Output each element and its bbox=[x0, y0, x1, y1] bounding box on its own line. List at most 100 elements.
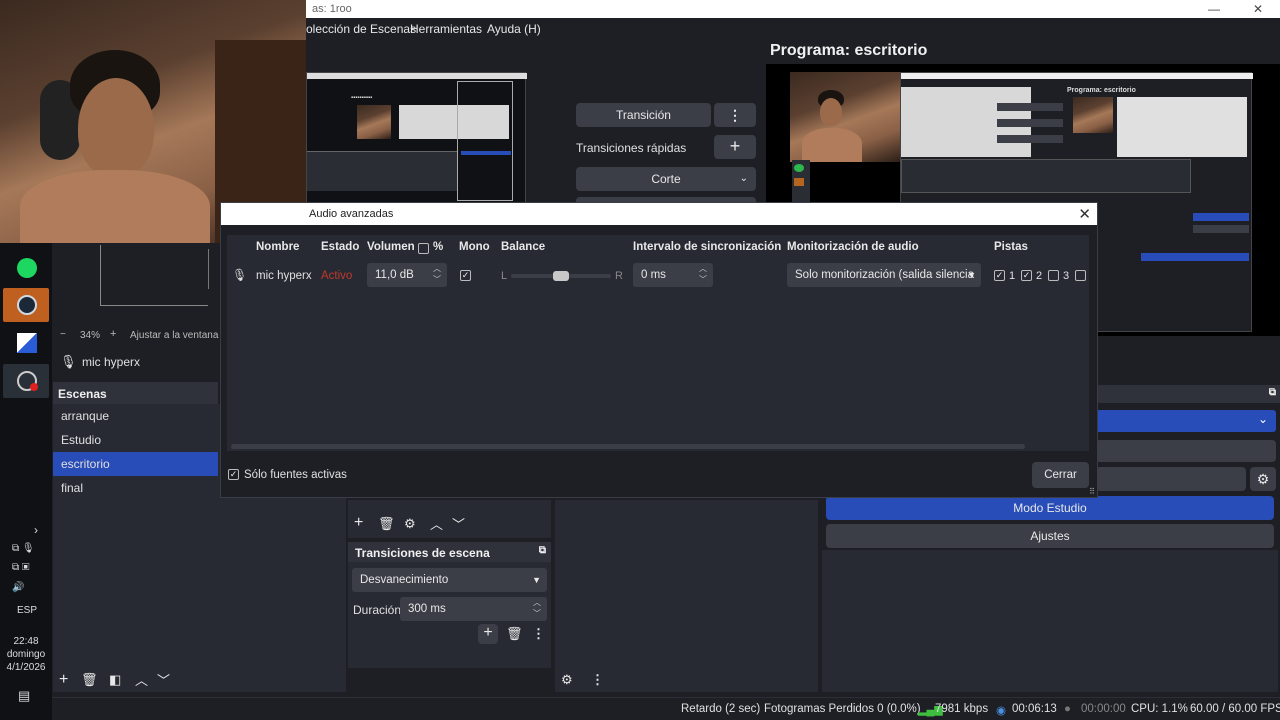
monitoring-select[interactable]: Solo monitorización (salida silencia ▼ bbox=[787, 263, 981, 287]
trash-icon[interactable]: 🗑 bbox=[81, 672, 98, 688]
header-mono: Mono bbox=[459, 241, 490, 253]
scene-item-selected[interactable]: escritorio bbox=[53, 452, 218, 476]
header-percent: % bbox=[433, 241, 444, 253]
menu-scene-collection[interactable]: olección de Escenas bbox=[306, 22, 416, 36]
chevron-right-icon[interactable]: › bbox=[34, 523, 38, 537]
close-icon[interactable]: ✕ bbox=[1078, 205, 1091, 223]
add-transition-icon[interactable]: + bbox=[478, 624, 498, 644]
microphone-icon[interactable]: 🎙 bbox=[60, 354, 77, 370]
maximize-icon[interactable] bbox=[1205, 1, 1241, 17]
dialog-titlebar: Audio avanzadas ✕ bbox=[221, 203, 1097, 225]
spin-down-icon[interactable]: ﹀ bbox=[695, 275, 711, 285]
balance-left-label: L bbox=[501, 270, 508, 282]
volume-field[interactable]: 11,0 dB ︿ ﹀ bbox=[367, 263, 447, 287]
header-balance: Balance bbox=[501, 241, 546, 253]
tray-icons[interactable]: ⧉ 🎙 bbox=[12, 543, 35, 554]
add-source-icon[interactable]: + bbox=[354, 514, 363, 532]
tray-icons-2[interactable]: ⧉ ▣ bbox=[12, 562, 30, 573]
status-rec-time: 00:00:00 bbox=[1081, 703, 1126, 715]
transition-button[interactable]: Transición bbox=[576, 103, 711, 127]
close-window-icon[interactable]: ✕ bbox=[1240, 1, 1276, 17]
undock-icon[interactable]: ⧉ bbox=[1269, 387, 1276, 398]
control-button-2[interactable] bbox=[1096, 467, 1246, 491]
stream-dropdown[interactable]: ⌄ bbox=[1096, 410, 1276, 432]
track-3-checkbox[interactable] bbox=[1048, 270, 1059, 281]
percent-checkbox[interactable] bbox=[418, 243, 429, 254]
resize-grip-icon[interactable]: ⠿ bbox=[1089, 487, 1095, 496]
undock-icon[interactable]: ⧉ bbox=[539, 545, 546, 556]
spin-down-icon[interactable]: ﹀ bbox=[529, 609, 545, 619]
menu-tools[interactable]: Herramientas bbox=[410, 22, 482, 36]
gear-icon[interactable]: ⚙ bbox=[1250, 467, 1276, 491]
status-cpu: CPU: 1.1% bbox=[1131, 703, 1188, 715]
sync-offset-field[interactable]: 0 ms ︿ ﹀ bbox=[633, 263, 713, 287]
language-indicator[interactable]: ESP bbox=[17, 605, 37, 616]
balance-slider[interactable] bbox=[511, 271, 611, 281]
transitions-dock-title: Transiciones de escena ⧉ bbox=[348, 542, 551, 562]
move-up-icon[interactable]: ︿ bbox=[430, 514, 443, 533]
move-up-icon[interactable]: ︿ bbox=[135, 670, 148, 689]
audio-mixer-dock bbox=[555, 500, 818, 668]
source-preview bbox=[52, 243, 222, 327]
clock-time[interactable]: 22:48 bbox=[0, 636, 52, 647]
control-button[interactable] bbox=[1096, 440, 1276, 462]
transition-more-icon[interactable]: ⋮ bbox=[714, 103, 756, 127]
move-down-icon[interactable]: ﹀ bbox=[452, 514, 465, 533]
app-icon[interactable] bbox=[3, 326, 49, 360]
header-tracks: Pistas bbox=[994, 241, 1028, 253]
studio-mode-button[interactable]: Modo Estudio bbox=[826, 496, 1274, 520]
transition-select[interactable]: Desvanecimiento ▼ bbox=[352, 568, 547, 592]
spin-down-icon[interactable]: ﹀ bbox=[429, 275, 445, 285]
trash-icon[interactable]: 🗑 bbox=[506, 626, 523, 642]
spin-up-icon[interactable]: ︿ bbox=[529, 598, 545, 608]
scene-item[interactable]: Estudio bbox=[53, 428, 218, 452]
header-sync: Intervalo de sincronización bbox=[633, 241, 782, 253]
filter-icon[interactable]: ◧ bbox=[109, 672, 121, 688]
mono-checkbox[interactable]: ✓ bbox=[460, 270, 471, 281]
notification-icon[interactable]: ▤ bbox=[18, 688, 30, 704]
menu-help[interactable]: Ayuda (H) bbox=[487, 22, 541, 36]
duration-field[interactable]: 300 ms ︿ ﹀ bbox=[400, 597, 547, 621]
zoom-in-icon[interactable]: + bbox=[110, 328, 116, 340]
cut-transition-button[interactable]: Corte ⌄ bbox=[576, 167, 756, 191]
trash-icon[interactable]: 🗑 bbox=[378, 516, 395, 532]
balance-slider-handle[interactable] bbox=[553, 271, 569, 281]
steam-icon[interactable] bbox=[3, 288, 49, 322]
track-1-checkbox[interactable]: ✓ bbox=[994, 270, 1005, 281]
zoom-out-icon[interactable]: − bbox=[60, 329, 66, 340]
track-4-checkbox[interactable] bbox=[1075, 270, 1086, 281]
track-2-checkbox[interactable]: ✓ bbox=[1021, 270, 1032, 281]
audio-source-name: mic hyperx bbox=[82, 355, 141, 369]
scene-item[interactable]: arranque bbox=[53, 404, 218, 428]
status-delay: Retardo (2 sec) bbox=[681, 703, 761, 715]
spotify-icon[interactable] bbox=[3, 251, 49, 285]
audio-properties-table: Nombre Estado Volumen % Mono Balance Int… bbox=[227, 235, 1089, 451]
volume-icon[interactable]: 🔊 bbox=[12, 582, 24, 593]
close-dialog-button[interactable]: Cerrar bbox=[1032, 462, 1089, 488]
spin-up-icon[interactable]: ︿ bbox=[695, 264, 711, 274]
header-name: Nombre bbox=[256, 241, 300, 253]
header-volume: Volumen bbox=[367, 241, 415, 253]
more-icon[interactable]: ⋮ bbox=[532, 626, 545, 642]
move-down-icon[interactable]: ﹀ bbox=[157, 670, 170, 689]
microphone-icon: 🎙 bbox=[232, 268, 248, 282]
obs-icon[interactable] bbox=[3, 364, 49, 398]
gear-icon[interactable]: ⚙ bbox=[404, 516, 416, 532]
horizontal-scrollbar[interactable] bbox=[231, 444, 1025, 449]
monitoring-value: Solo monitorización (salida silencia bbox=[795, 269, 974, 281]
add-quick-transition-icon[interactable]: + bbox=[714, 135, 756, 159]
gears-icon[interactable]: ⚙ bbox=[561, 672, 573, 688]
fit-window-link[interactable]: Ajustar a la ventana bbox=[130, 330, 218, 341]
spin-up-icon[interactable]: ︿ bbox=[429, 264, 445, 274]
header-monitoring: Monitorización de audio bbox=[787, 241, 919, 253]
active-only-label: Sólo fuentes activas bbox=[244, 469, 347, 481]
sync-value: 0 ms bbox=[641, 269, 666, 281]
scene-item[interactable]: final bbox=[53, 476, 218, 500]
active-only-checkbox[interactable]: ✓ bbox=[228, 469, 239, 480]
preview-canvas[interactable]: ▪▪▪▪▪▪▪▪▪▪ bbox=[306, 64, 556, 204]
more-icon[interactable]: ⋮ bbox=[591, 672, 604, 688]
settings-button[interactable]: Ajustes bbox=[826, 524, 1274, 548]
window-title: as: 1roo bbox=[312, 3, 352, 15]
add-scene-icon[interactable]: + bbox=[59, 671, 68, 689]
scenes-dock-title: Escenas bbox=[53, 382, 218, 404]
